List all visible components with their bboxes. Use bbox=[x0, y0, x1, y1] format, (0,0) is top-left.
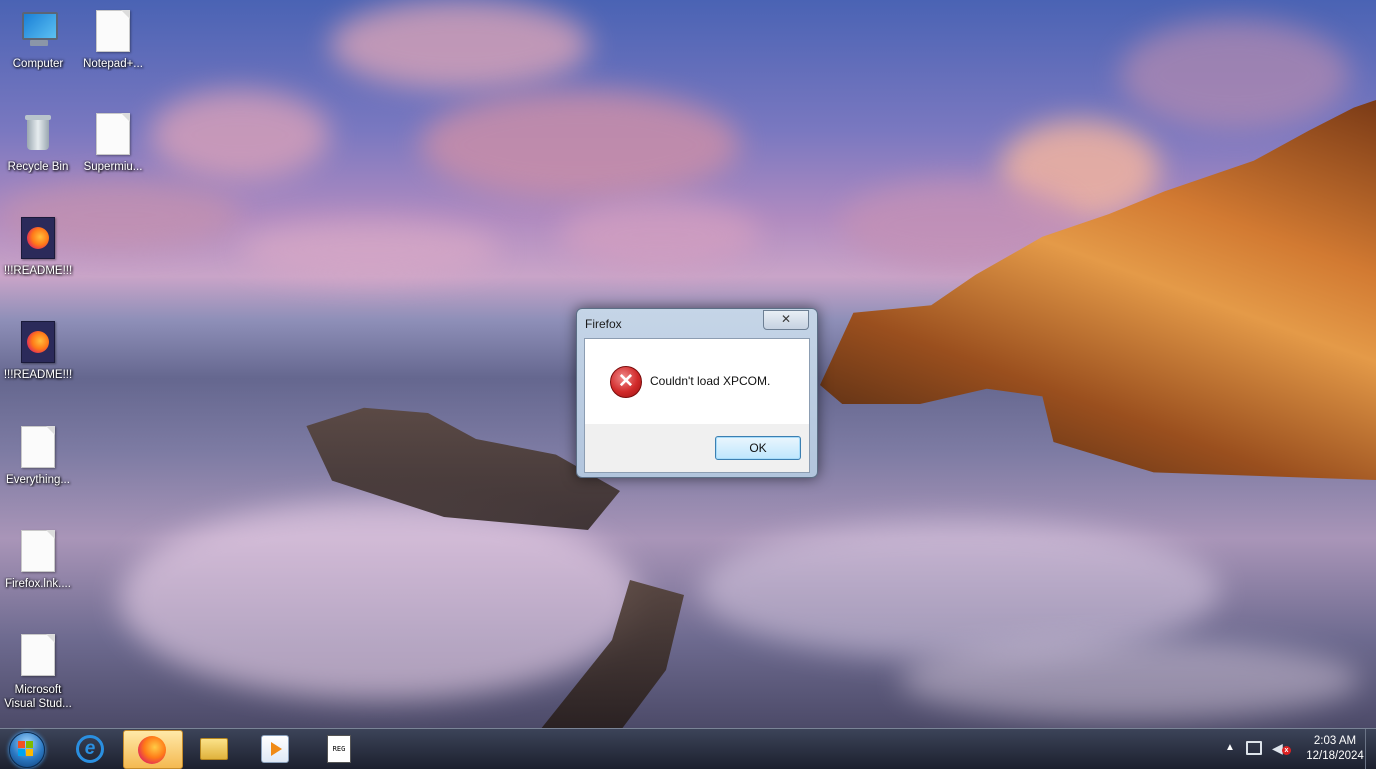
recycle-bin-icon bbox=[23, 113, 53, 153]
dialog-body: ✕ Couldn't load XPCOM. OK bbox=[584, 338, 810, 473]
desktop-icon-label: Notepad+... bbox=[83, 58, 143, 70]
desktop-icon-firefox-lnk[interactable]: Firefox.lnk.... bbox=[0, 530, 77, 591]
taskbar: e REG ▲ ◀ x 2:03 AM 12/18/2024 bbox=[0, 728, 1376, 769]
close-icon: ✕ bbox=[780, 312, 792, 326]
taskbar-firefox[interactable] bbox=[123, 730, 183, 769]
taskbar-registry-file[interactable]: REG bbox=[310, 730, 368, 767]
close-button[interactable]: ✕ bbox=[763, 310, 809, 330]
desktop-icon-label: Everything... bbox=[6, 474, 70, 486]
desktop-icon-notepad[interactable]: Notepad+... bbox=[74, 10, 152, 71]
error-icon: ✕ bbox=[610, 366, 642, 398]
windows-logo-icon bbox=[18, 741, 34, 757]
taskbar-internet-explorer[interactable]: e bbox=[62, 730, 120, 767]
desktop-icon-label: Computer bbox=[12, 58, 64, 70]
document-icon bbox=[96, 10, 130, 52]
error-dialog: Firefox ✕ ✕ Couldn't load XPCOM. OK bbox=[576, 308, 818, 478]
firefox-file-icon bbox=[21, 321, 55, 363]
document-icon bbox=[96, 113, 130, 155]
dialog-title: Firefox bbox=[585, 317, 622, 331]
mute-indicator-icon: x bbox=[1282, 746, 1291, 755]
show-hidden-icons-button[interactable]: ▲ bbox=[1225, 742, 1235, 753]
desktop-icon-label: Microsoft bbox=[14, 684, 62, 696]
ok-button[interactable]: OK bbox=[715, 436, 801, 460]
taskbar-media-player[interactable] bbox=[247, 730, 305, 767]
desktop-icon-supermium[interactable]: Supermiu... bbox=[74, 113, 152, 174]
desktop-icon-label: Firefox.lnk.... bbox=[5, 578, 71, 590]
registry-file-icon: REG bbox=[327, 735, 351, 763]
desktop-icon-label: Supermiu... bbox=[83, 161, 143, 173]
desktop-icon-visual-studio[interactable]: Microsoft Visual Stud... bbox=[0, 634, 77, 711]
media-player-icon bbox=[261, 735, 289, 763]
network-icon[interactable] bbox=[1246, 741, 1262, 755]
desktop-icon-everything[interactable]: Everything... bbox=[0, 426, 77, 487]
desktop-icon-label: !!!README!!! bbox=[3, 369, 73, 381]
document-icon bbox=[21, 426, 55, 468]
button-area: OK bbox=[585, 424, 809, 472]
ie-icon: e bbox=[76, 735, 104, 763]
document-icon bbox=[21, 530, 55, 572]
firefox-file-icon bbox=[21, 217, 55, 259]
taskbar-file-explorer[interactable] bbox=[186, 730, 244, 767]
clock-time: 2:03 AM bbox=[1313, 735, 1357, 747]
desktop-icon-label-line2: Visual Stud... bbox=[4, 698, 72, 710]
desktop-icon-label: !!!README!!! bbox=[3, 265, 73, 277]
clock-date: 12/18/2024 bbox=[1306, 750, 1364, 762]
desktop-icon-readme-1[interactable]: !!!README!!! bbox=[0, 217, 77, 278]
computer-icon bbox=[18, 10, 58, 50]
desktop-icon-label: Recycle Bin bbox=[7, 161, 69, 173]
folder-icon bbox=[200, 738, 228, 760]
error-message: Couldn't load XPCOM. bbox=[650, 374, 771, 388]
desktop-icon-recycle-bin[interactable]: Recycle Bin bbox=[0, 113, 77, 174]
firefox-icon bbox=[138, 736, 166, 764]
start-button[interactable] bbox=[6, 731, 46, 768]
system-tray: ▲ ◀ x 2:03 AM 12/18/2024 bbox=[1216, 729, 1376, 769]
document-icon bbox=[21, 634, 55, 676]
desktop-icon-computer[interactable]: Computer bbox=[0, 10, 77, 71]
clock[interactable]: 2:03 AM 12/18/2024 bbox=[1304, 734, 1366, 764]
show-desktop-button[interactable] bbox=[1365, 729, 1376, 769]
message-area: ✕ Couldn't load XPCOM. bbox=[585, 339, 809, 424]
desktop-icon-readme-2[interactable]: !!!README!!! bbox=[0, 321, 77, 382]
